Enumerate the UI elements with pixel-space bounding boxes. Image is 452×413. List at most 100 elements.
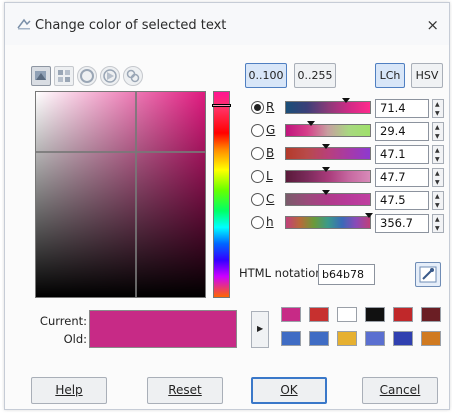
- spin-button[interactable]: ▲ ▼: [432, 214, 444, 233]
- add-to-palette-button[interactable]: ▶: [251, 311, 269, 348]
- color-picker-button[interactable]: [415, 262, 441, 287]
- color-field-shade: [36, 92, 205, 297]
- channel-label: G: [266, 123, 276, 137]
- cancel-button[interactable]: Cancel: [362, 377, 438, 404]
- spin-button[interactable]: ▲ ▼: [432, 122, 444, 141]
- palette-grid-icon[interactable]: [54, 66, 74, 86]
- spin-down-icon[interactable]: ▼: [435, 110, 440, 117]
- range-0-255-button[interactable]: 0..255: [294, 63, 336, 88]
- spin-button[interactable]: ▲ ▼: [432, 145, 444, 164]
- palette-swatch[interactable]: [309, 307, 329, 322]
- channel-row-c: C 47.5 ▲ ▼: [248, 190, 448, 210]
- color-field[interactable]: [35, 91, 206, 298]
- palette-swatch[interactable]: [337, 331, 357, 346]
- spin-down-icon[interactable]: ▼: [435, 156, 440, 163]
- spin-down-icon[interactable]: ▼: [435, 225, 440, 232]
- channel-label: h: [266, 215, 274, 229]
- spin-button[interactable]: ▲ ▼: [432, 168, 444, 187]
- close-icon[interactable]: ×: [426, 16, 439, 34]
- color-scale-icon[interactable]: [31, 66, 51, 86]
- ok-button[interactable]: OK: [251, 377, 327, 404]
- reset-button[interactable]: Reset: [147, 377, 223, 404]
- spin-up-icon[interactable]: ▲: [435, 101, 440, 108]
- channel-radio-l[interactable]: [251, 170, 264, 183]
- channel-value-field[interactable]: 47.7: [375, 168, 429, 187]
- arrow-right-icon: ▶: [257, 324, 264, 333]
- spin-up-icon[interactable]: ▲: [435, 216, 440, 223]
- palette-swatch[interactable]: [309, 331, 329, 346]
- channel-radio-h[interactable]: [251, 216, 264, 229]
- spin-up-icon[interactable]: ▲: [435, 147, 440, 154]
- channel-value-field[interactable]: 47.5: [375, 191, 429, 210]
- watercolor-icon[interactable]: [123, 66, 143, 86]
- channel-label: R: [266, 100, 275, 114]
- model-lch-button[interactable]: LCh: [375, 63, 405, 88]
- palette-swatch[interactable]: [421, 331, 441, 346]
- spin-button[interactable]: ▲ ▼: [432, 191, 444, 210]
- slider-thumb[interactable]: [342, 98, 350, 103]
- channel-radio-r[interactable]: [251, 101, 264, 114]
- color-field-crosshair-vertical: [135, 92, 137, 297]
- hue-strip[interactable]: [212, 91, 231, 298]
- channel-value-field[interactable]: 47.1: [375, 145, 429, 164]
- radio-selected-dot: [254, 104, 261, 111]
- channel-label: C: [266, 192, 275, 206]
- channel-value-field[interactable]: 356.7: [375, 214, 429, 233]
- palette-grid: [281, 307, 449, 353]
- spin-up-icon[interactable]: ▲: [435, 170, 440, 177]
- palette-swatch[interactable]: [393, 331, 413, 346]
- palette-swatch[interactable]: [281, 331, 301, 346]
- old-label: Old:: [63, 332, 87, 346]
- channel-slider-r[interactable]: [285, 98, 371, 114]
- slider-thumb[interactable]: [322, 167, 330, 172]
- title-bar: Change color of selected text ×: [5, 3, 449, 45]
- palette-swatch[interactable]: [365, 307, 385, 322]
- channel-slider-l[interactable]: [285, 167, 371, 183]
- spin-up-icon[interactable]: ▲: [435, 193, 440, 200]
- spin-down-icon[interactable]: ▼: [435, 202, 440, 209]
- hue-marker[interactable]: [212, 104, 231, 107]
- palette-swatch[interactable]: [337, 307, 357, 322]
- channel-row-l: L 47.7 ▲ ▼: [248, 167, 448, 187]
- current-label: Current:: [39, 314, 87, 328]
- current-color-swatch: [89, 310, 237, 348]
- slider-thumb[interactable]: [322, 190, 330, 195]
- change-color-dialog: Change color of selected text × 0..100 0…: [4, 2, 450, 410]
- channel-radio-c[interactable]: [251, 193, 264, 206]
- slider-thumb[interactable]: [307, 121, 315, 126]
- spin-button[interactable]: ▲ ▼: [432, 99, 444, 118]
- html-notation-label: HTML notation:: [239, 266, 327, 280]
- channel-label: B: [266, 146, 275, 160]
- spin-up-icon[interactable]: ▲: [435, 124, 440, 131]
- channel-slider-h[interactable]: [285, 213, 373, 229]
- slider-thumb[interactable]: [365, 213, 373, 218]
- spin-down-icon[interactable]: ▼: [435, 133, 440, 140]
- channel-radio-g[interactable]: [251, 124, 264, 137]
- range-0-100-button[interactable]: 0..100: [245, 63, 287, 88]
- text-color-icon: [17, 18, 31, 30]
- slider-thumb[interactable]: [322, 144, 330, 149]
- triangle-wheel-icon[interactable]: [100, 66, 120, 86]
- palette-swatch[interactable]: [281, 307, 301, 322]
- color-wheel-icon[interactable]: [77, 66, 97, 86]
- channel-value-field[interactable]: 71.4: [375, 99, 429, 118]
- palette-swatch[interactable]: [421, 307, 441, 322]
- palette-swatch[interactable]: [365, 331, 385, 346]
- html-notation-field[interactable]: b64b78: [318, 264, 375, 285]
- channel-row-b: B 47.1 ▲ ▼: [248, 144, 448, 164]
- channel-row-h: h 356.7 ▲ ▼: [248, 213, 448, 233]
- channel-value-field[interactable]: 29.4: [375, 122, 429, 141]
- spin-down-icon[interactable]: ▼: [435, 179, 440, 186]
- channel-row-g: G 29.4 ▲ ▼: [248, 121, 448, 141]
- channel-label: L: [266, 169, 273, 183]
- channel-radio-b[interactable]: [251, 147, 264, 160]
- eyedropper-icon: [419, 266, 437, 283]
- channel-slider-g[interactable]: [285, 121, 371, 137]
- model-hsv-button[interactable]: HSV: [411, 63, 443, 88]
- channel-slider-b[interactable]: [285, 144, 371, 160]
- help-button[interactable]: Help: [31, 377, 107, 404]
- color-field-crosshair-horizontal: [36, 151, 205, 153]
- channel-slider-c[interactable]: [285, 190, 371, 206]
- channel-row-r: R 71.4 ▲ ▼: [248, 98, 448, 118]
- palette-swatch[interactable]: [393, 307, 413, 322]
